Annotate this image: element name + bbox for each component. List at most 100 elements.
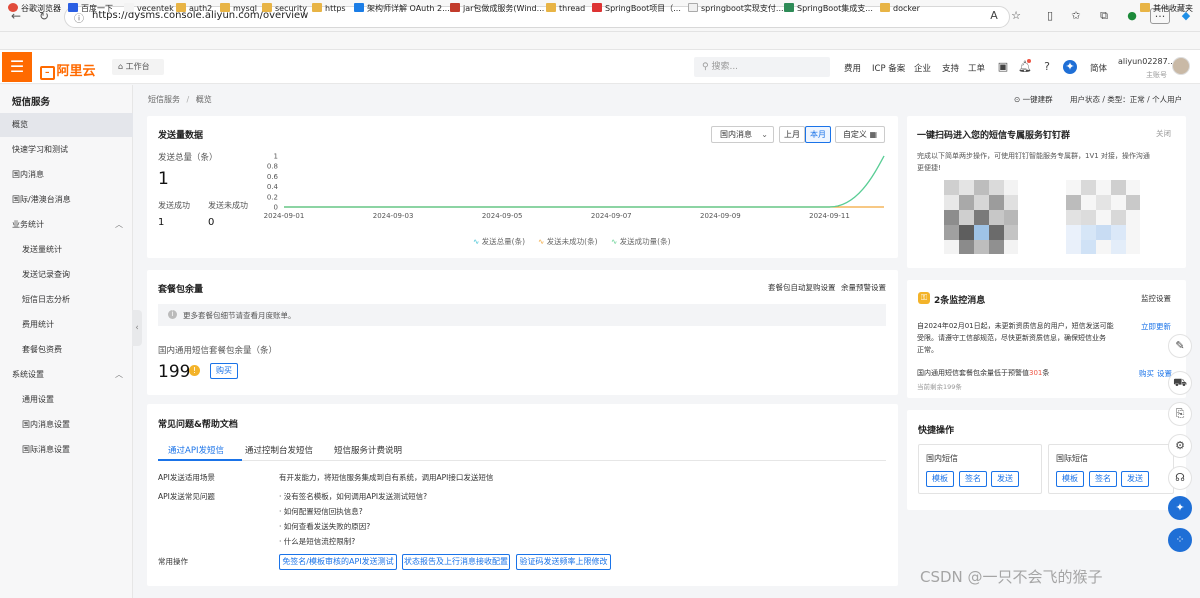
sidebar-collapse-icon[interactable]: ‹ [132,310,142,346]
bookmark-item[interactable]: SpringBoot项目（... [592,2,681,16]
sidebar-item[interactable]: 国际消息设置 [0,438,133,462]
balance-alert-link[interactable]: 余量预警设置 [841,282,886,293]
bookmark-item[interactable]: 架构师详解 OAuth 2... [354,2,450,16]
tab-last-month[interactable]: 上月 [779,126,805,143]
globe-icon [124,3,134,12]
buy-package-button[interactable]: 购买 [210,363,238,379]
sidebar-item[interactable]: 通用设置 [0,388,133,412]
bookmark-item[interactable]: auth2 [176,2,212,16]
screen-icon[interactable]: ▣ [996,60,1010,74]
sidebar-item[interactable]: 发送记录查询 [0,263,133,287]
collections-icon[interactable]: ⧉ [1096,8,1112,24]
bookmark-item[interactable]: springboot实现支付... [688,2,784,16]
copy-icon[interactable]: ⎘ [1168,402,1192,426]
bookmark-item[interactable]: security [262,2,307,16]
edit-icon[interactable]: ✎ [1168,334,1192,358]
apps-grid-icon[interactable]: ⁘ [1168,528,1192,552]
faq-link[interactable]: · 没有签名模板，如何调用API发送测试短信? [279,491,427,502]
workbench-button[interactable]: ⌂ 工作台 [112,59,164,75]
legend-item[interactable]: ∿ 发送未成功(条) [538,236,598,247]
bookmark-item[interactable]: 谷歌浏览器 [8,2,61,16]
receipt-config-button[interactable]: 状态报告及上行消息接收配置 [402,554,510,570]
search-input[interactable]: ⚲ 搜索... [694,57,830,77]
total-label: 发送总量（条） [158,153,218,163]
tab-console-send[interactable]: 通过控制台发短信 [245,444,313,456]
join-group-button[interactable]: ⊙ 一键建群 [1014,94,1053,105]
sidebar-item[interactable]: 系统设置 ︿ [0,363,133,387]
quick-ops-title: 快捷操作 [918,426,955,436]
extension-icon[interactable]: ● [1124,8,1140,24]
tab-api-send[interactable]: 通过API发短信 [168,444,224,456]
bookmark-item[interactable]: SpringBoot集成支... [784,2,873,16]
headset-icon[interactable]: ☊ [1168,466,1192,490]
intl-template-button[interactable]: 模板 [1056,471,1084,487]
faq-link[interactable]: · 如何配置短信回执信息? [279,506,363,517]
api-test-button[interactable]: 免签名/模板审核的API发送测试 [279,554,397,570]
bookmark-item[interactable]: 其他收藏夹 [1140,2,1193,16]
x-tick-label: 2024-09-03 [373,212,414,220]
cart-icon[interactable]: ⛟ [1168,371,1192,395]
csdn-icon [592,3,602,12]
legend-item[interactable]: ∿ 发送成功量(条) [611,236,671,247]
monitor-settings-link[interactable]: 监控设置 [1141,293,1171,304]
sidebar-item[interactable]: 快速学习和测试 [0,138,133,162]
x-tick-label: 2024-09-07 [591,212,632,220]
bookmark-item[interactable]: mysql [220,2,257,16]
assistant-icon[interactable]: ✦ [1063,60,1077,74]
monitor-buy-link[interactable]: 购买 [1139,368,1154,379]
domestic-template-button[interactable]: 模板 [926,471,954,487]
bookmark-item[interactable]: vecentek [124,2,174,16]
legend-item[interactable]: ∿ 发送总量(条) [473,236,525,247]
read-aloud-icon[interactable]: A [986,8,1002,24]
faq-link[interactable]: · 什么是短信流控限制? [279,536,355,547]
header-link-billing[interactable]: 费用 [844,62,861,74]
sidebar-item[interactable]: 概览 [0,113,133,137]
breadcrumb-item[interactable]: 短信服务 [148,95,180,104]
update-now-link[interactable]: 立即更新 [1141,321,1171,332]
sidebar-item[interactable]: 短信日志分析 [0,288,133,312]
avatar[interactable] [1172,57,1190,75]
rate-limit-button[interactable]: 验证码发送频率上限修改 [516,554,611,570]
region-select[interactable]: 国内消息 ⌄ [711,126,774,143]
tab-custom[interactable]: 自定义 ▦ [835,126,885,143]
sidebar-item[interactable]: 套餐包资费 [0,338,133,362]
folder-icon [176,3,186,12]
group-icon: ⊙ [1014,95,1023,104]
favorites-icon[interactable]: ✩ [1068,8,1084,24]
faq-link[interactable]: · 如何查看发送失败的原因? [279,521,370,532]
tab-billing-docs[interactable]: 短信服务计费说明 [334,444,402,456]
sidebar-item[interactable]: 国内消息设置 [0,413,133,437]
sidebar-item[interactable]: 发送量统计 [0,238,133,262]
auto-repurchase-link[interactable]: 套餐包自动复购设置 [768,282,836,293]
settings-gear-icon[interactable]: ⚙ [1168,434,1192,458]
bookmark-item[interactable]: 百度一下 [68,2,113,16]
bookmark-item[interactable]: docker [880,2,920,16]
breadcrumb-separator-icon: / [186,95,190,104]
language-switch[interactable]: 简体 [1090,62,1107,74]
domestic-send-button[interactable]: 发送 [991,471,1019,487]
intl-send-button[interactable]: 发送 [1121,471,1149,487]
intl-signature-button[interactable]: 签名 [1089,471,1117,487]
qr-close-button[interactable]: 关闭 [1156,128,1171,139]
sidebar-item[interactable]: 业务统计 ︿ [0,213,133,237]
header-link-icp[interactable]: ICP 备案 [872,62,905,74]
bookmark-item[interactable]: thread [546,2,585,16]
header-link-enterprise[interactable]: 企业 [914,62,931,74]
header-link-ticket[interactable]: 工单 [968,62,985,74]
bookmark-item[interactable]: https [312,2,346,16]
sidebar-item[interactable]: 国内消息 [0,163,133,187]
assistant-float-icon[interactable]: ✦ [1168,496,1192,520]
header-link-support[interactable]: 支持 [942,62,959,74]
sidebar-item[interactable]: 国际/港澳台消息 [0,188,133,212]
info-icon: i [168,310,177,319]
aliyun-logo[interactable]: – 阿里云 [40,60,96,80]
tab-this-month[interactable]: 本月 [805,126,831,143]
domestic-signature-button[interactable]: 签名 [959,471,987,487]
favorite-star-icon[interactable]: ☆ [1008,8,1024,24]
account-name[interactable]: aliyun02287... [1118,57,1175,66]
bookmark-item[interactable]: jar包做成服务(Wind... [450,2,544,16]
split-screen-icon[interactable]: ▯ [1042,8,1058,24]
help-icon[interactable]: ? [1040,60,1054,74]
sidebar-item[interactable]: 费用统计 [0,313,133,337]
hamburger-menu-icon[interactable]: ☰ [2,52,32,82]
